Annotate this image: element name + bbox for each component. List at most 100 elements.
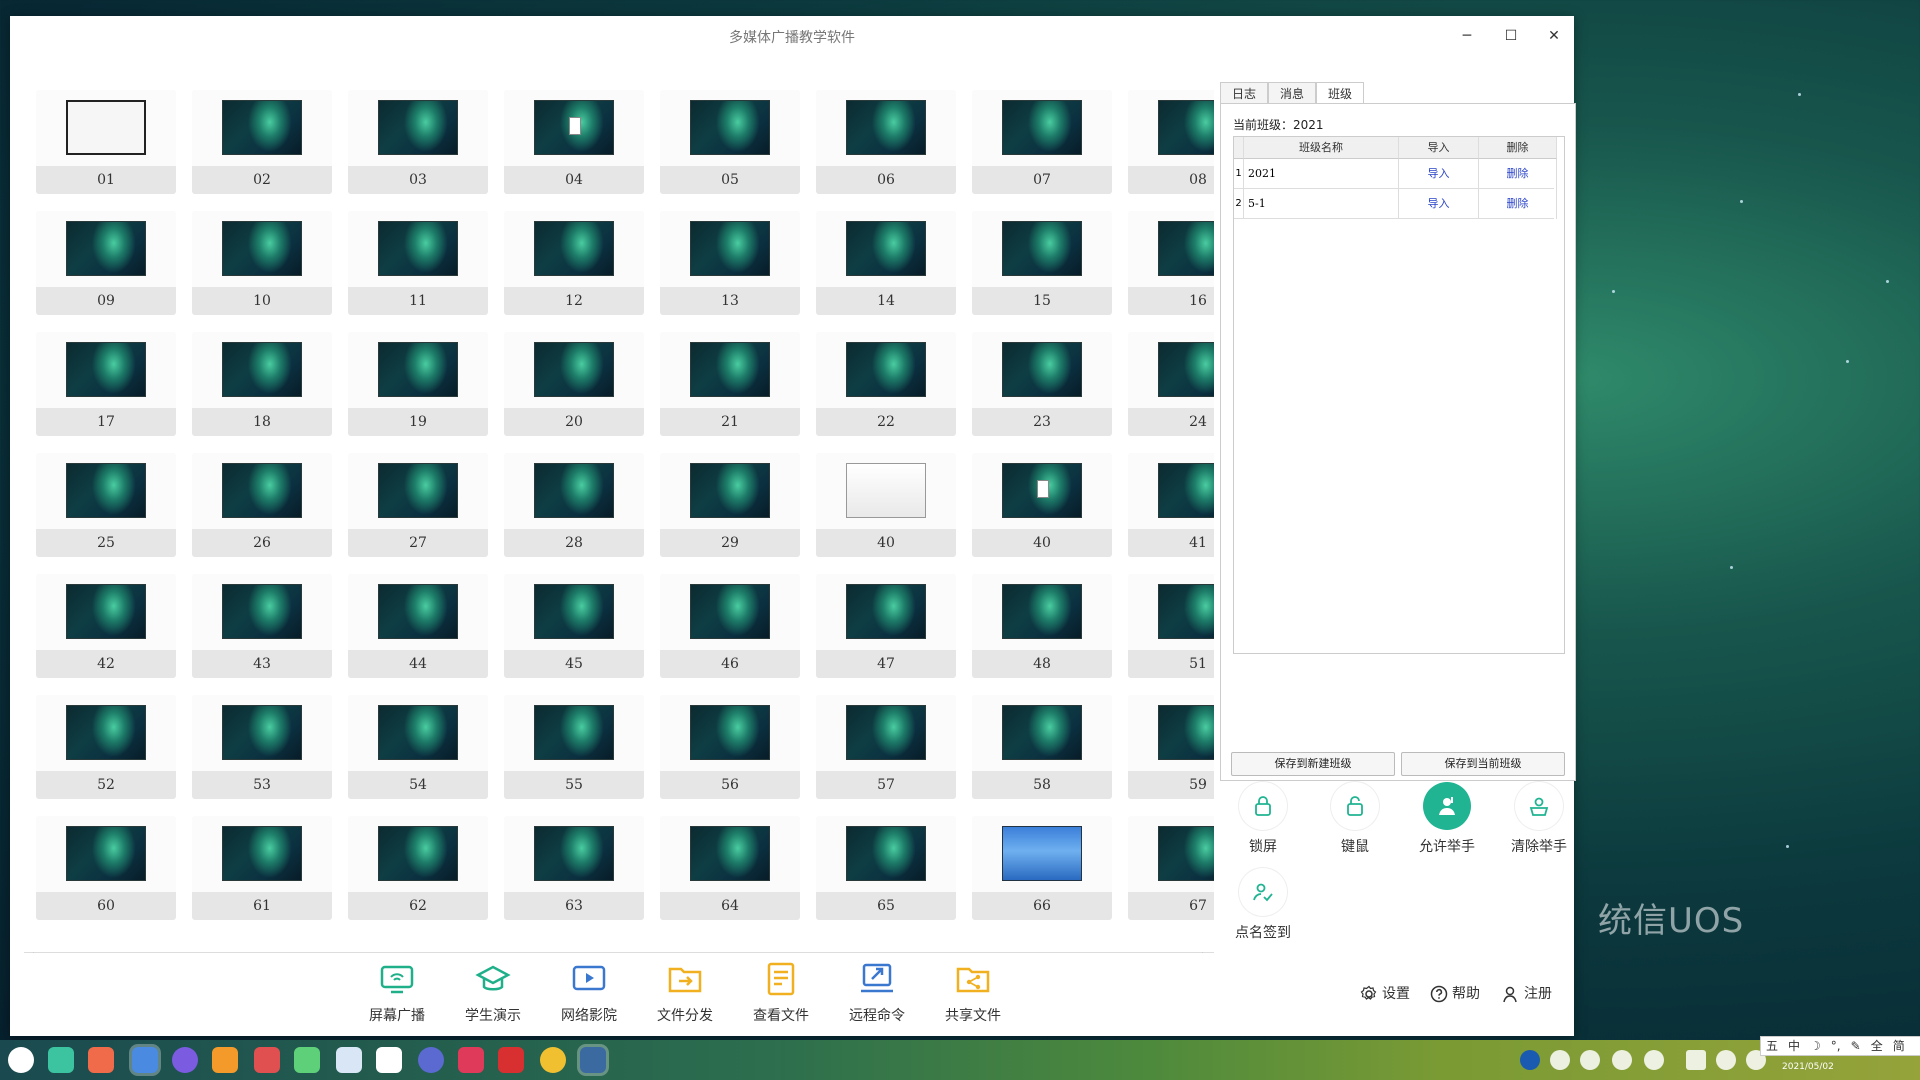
ime-simplified[interactable]: 简 [1893, 1039, 1905, 1053]
minimize-button[interactable]: ─ [1452, 24, 1482, 48]
favorites-icon[interactable] [540, 1047, 566, 1073]
remote-command-button[interactable]: 远程命令 [832, 953, 922, 1036]
table-row[interactable]: 1 2021 导入 删除 [1234, 159, 1557, 189]
ime-pen-icon[interactable]: ✎ [1851, 1039, 1861, 1053]
student-screen-cell[interactable]: 40 [816, 453, 956, 557]
student-screen-cell[interactable]: 54 [348, 695, 488, 799]
student-screen-cell[interactable]: 28 [504, 453, 644, 557]
table-row[interactable]: 2 5-1 导入 删除 [1234, 189, 1557, 219]
student-screen-cell[interactable]: 40 [972, 453, 1112, 557]
help-button[interactable]: 帮助 [1430, 983, 1480, 1005]
save-to-current-class-button[interactable]: 保存到当前班级 [1401, 752, 1565, 776]
student-screen-cell[interactable]: 22 [816, 332, 956, 436]
student-screen-cell[interactable]: 14 [816, 211, 956, 315]
student-screen-cell[interactable]: 53 [192, 695, 332, 799]
roll-call-button[interactable]: 点名签到 [1222, 868, 1302, 944]
register-button[interactable]: 注册 [1502, 983, 1552, 1005]
delete-link[interactable]: 删除 [1479, 159, 1557, 189]
student-screen-cell[interactable]: 23 [972, 332, 1112, 436]
calendar-icon[interactable] [376, 1047, 402, 1073]
student-screen-cell[interactable]: 63 [504, 816, 644, 920]
student-screen-cell[interactable]: 12 [504, 211, 644, 315]
student-screen-cell[interactable]: 03 [348, 90, 488, 194]
student-screen-cell[interactable]: 27 [348, 453, 488, 557]
keyboard-icon[interactable] [1686, 1050, 1706, 1070]
browser-icon[interactable] [172, 1047, 198, 1073]
student-screen-cell[interactable]: 59 [1128, 695, 1214, 799]
allow-raise-hand-button[interactable]: 允许举手 [1406, 782, 1486, 858]
student-screen-cell[interactable]: 52 [36, 695, 176, 799]
student-demo-button[interactable]: 学生演示 [448, 953, 538, 1036]
tab-message[interactable]: 消息 [1268, 82, 1316, 104]
student-screen-cell[interactable]: 13 [660, 211, 800, 315]
student-screen-cell[interactable]: 18 [192, 332, 332, 436]
student-screen-cell[interactable]: 61 [192, 816, 332, 920]
student-screen-cell[interactable]: 07 [972, 90, 1112, 194]
ime-fullwidth[interactable]: 全 [1871, 1039, 1883, 1053]
settings-button[interactable]: 设置 [1360, 983, 1410, 1005]
student-screen-cell[interactable]: 15 [972, 211, 1112, 315]
launcher-icon[interactable] [8, 1047, 34, 1073]
student-screen-cell[interactable]: 10 [192, 211, 332, 315]
student-screen-cell[interactable]: 64 [660, 816, 800, 920]
student-screen-cell[interactable]: 56 [660, 695, 800, 799]
music-icon[interactable] [294, 1047, 320, 1073]
terminal-icon[interactable] [498, 1047, 524, 1073]
pen-icon[interactable] [1612, 1050, 1632, 1070]
volume-icon[interactable] [1580, 1050, 1600, 1070]
close-button[interactable]: ✕ [1539, 24, 1569, 48]
control-center-icon[interactable] [418, 1047, 444, 1073]
student-screen-cell[interactable]: 55 [504, 695, 644, 799]
student-screen-cell[interactable]: 16 [1128, 211, 1214, 315]
ime-punct[interactable]: °, [1831, 1039, 1841, 1053]
student-screen-cell[interactable]: 21 [660, 332, 800, 436]
share-file-button[interactable]: 共享文件 [928, 953, 1018, 1036]
student-screen-cell[interactable]: 17 [36, 332, 176, 436]
delete-link[interactable]: 删除 [1479, 189, 1557, 219]
student-screen-cell[interactable]: 06 [816, 90, 956, 194]
student-screen-cell[interactable]: 47 [816, 574, 956, 678]
ime-toolbar[interactable]: 五中 ☽ °, ✎ 全简 [1760, 1036, 1920, 1056]
student-screen-cell[interactable]: 20 [504, 332, 644, 436]
file-distribute-button[interactable]: 文件分发 [640, 953, 730, 1036]
tab-class[interactable]: 班级 [1316, 82, 1364, 104]
multitask-view-icon[interactable] [48, 1047, 74, 1073]
ime-wubi[interactable]: 五 [1766, 1039, 1778, 1053]
student-screen-cell[interactable]: 11 [348, 211, 488, 315]
broadcast-app-icon[interactable] [580, 1047, 606, 1073]
keyboard-mouse-lock-button[interactable]: 键鼠 [1314, 782, 1394, 858]
student-screen-cell[interactable]: 60 [36, 816, 176, 920]
student-screen-cell[interactable]: 62 [348, 816, 488, 920]
presentation-icon[interactable] [458, 1047, 484, 1073]
student-screen-cell[interactable]: 02 [192, 90, 332, 194]
view-file-button[interactable]: 查看文件 [736, 953, 826, 1036]
app-grid-icon[interactable] [88, 1047, 114, 1073]
maximize-button[interactable]: ☐ [1496, 24, 1526, 48]
ime-tray-icon[interactable] [1520, 1050, 1540, 1070]
chevron-right-icon[interactable] [1644, 1050, 1664, 1070]
student-screen-cell[interactable]: 57 [816, 695, 956, 799]
network-icon[interactable] [1716, 1050, 1736, 1070]
ime-chinese[interactable]: 中 [1788, 1039, 1800, 1053]
tab-log[interactable]: 日志 [1220, 82, 1268, 104]
import-link[interactable]: 导入 [1399, 159, 1479, 189]
student-screen-cell[interactable]: 42 [36, 574, 176, 678]
student-screen-cell[interactable]: 41 [1128, 453, 1214, 557]
student-screen-cell[interactable]: 65 [816, 816, 956, 920]
student-screen-cell[interactable]: 19 [348, 332, 488, 436]
student-screen-cell[interactable]: 46 [660, 574, 800, 678]
student-screen-cell[interactable]: 24 [1128, 332, 1214, 436]
student-screen-cell[interactable]: 67 [1128, 816, 1214, 920]
contacts-icon[interactable] [336, 1047, 362, 1073]
network-cinema-button[interactable]: 网络影院 [544, 953, 634, 1036]
lock-screen-button[interactable]: 锁屏 [1222, 782, 1302, 858]
student-screen-cell[interactable]: 01 [36, 90, 176, 194]
student-screen-cell[interactable]: 26 [192, 453, 332, 557]
student-screen-cell[interactable]: 43 [192, 574, 332, 678]
photos-icon[interactable] [254, 1047, 280, 1073]
screen-broadcast-button[interactable]: 屏幕广播 [352, 953, 442, 1036]
student-screen-cell[interactable]: 48 [972, 574, 1112, 678]
student-screen-cell[interactable]: 29 [660, 453, 800, 557]
usb-icon[interactable] [1550, 1050, 1570, 1070]
app-store-icon[interactable] [212, 1047, 238, 1073]
